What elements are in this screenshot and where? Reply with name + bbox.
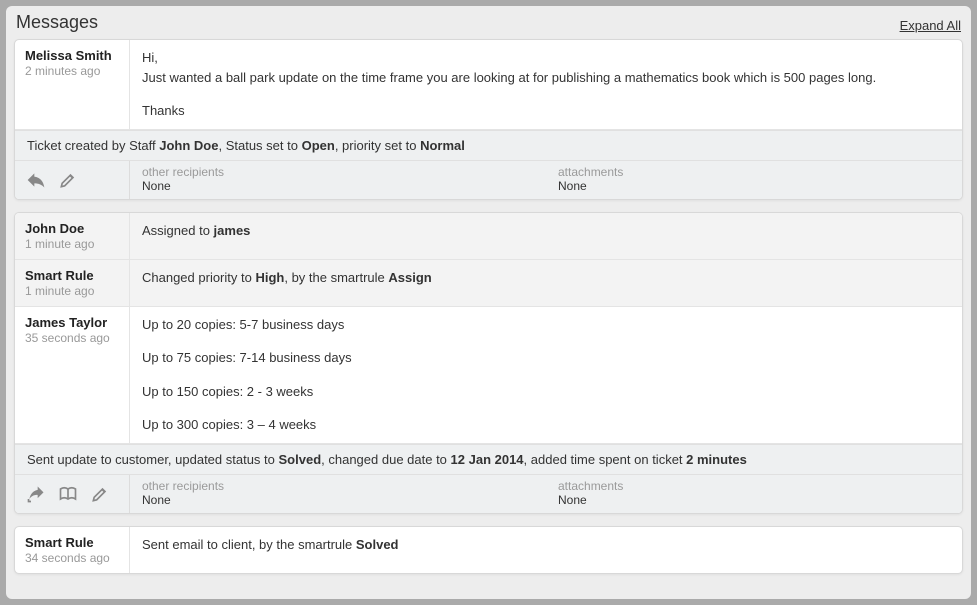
system-row: Smart Rule 34 seconds ago Sent email to … — [15, 527, 962, 573]
audit-text: , priority set to — [335, 138, 420, 153]
smartrule-name: Assign — [388, 270, 431, 285]
audit-staff: John Doe — [159, 138, 218, 153]
message-text: Up to 75 copies: 7-14 business days — [142, 348, 950, 368]
audit-strip: Ticket created by Staff John Doe, Status… — [15, 130, 962, 160]
system-text: Changed priority to — [142, 270, 255, 285]
message-meta: James Taylor 35 seconds ago — [15, 307, 130, 443]
attachments-value: None — [558, 179, 950, 193]
messages-panel: Messages Expand All Melissa Smith 2 minu… — [6, 6, 971, 599]
audit-text: , added time spent on ticket — [524, 452, 687, 467]
audit-status: Solved — [279, 452, 322, 467]
other-recipients-col: other recipients None — [130, 475, 546, 513]
message-body: Changed priority to High, by the smartru… — [130, 260, 962, 306]
message-footer: other recipients None attachments None — [15, 474, 962, 513]
message-meta: John Doe 1 minute ago — [15, 213, 130, 259]
attachments-label: attachments — [558, 165, 950, 179]
message-text: Hi, — [142, 50, 158, 65]
message-row: James Taylor 35 seconds ago Up to 20 cop… — [15, 307, 962, 444]
audit-time-spent: 2 minutes — [686, 452, 747, 467]
book-icon[interactable] — [57, 484, 79, 504]
other-recipients-label: other recipients — [142, 165, 534, 179]
footer-actions — [15, 475, 130, 513]
audit-strip: Sent update to customer, updated status … — [15, 444, 962, 474]
author-name: Smart Rule — [25, 535, 123, 550]
other-recipients-value: None — [142, 493, 534, 507]
priority-value: High — [255, 270, 284, 285]
panel-header: Messages Expand All — [14, 8, 963, 39]
message-time: 1 minute ago — [25, 237, 123, 251]
system-row: Smart Rule 1 minute ago Changed priority… — [15, 260, 962, 307]
other-recipients-label: other recipients — [142, 479, 534, 493]
message-body: Assigned to james — [130, 213, 962, 259]
message-card: John Doe 1 minute ago Assigned to james … — [14, 212, 963, 514]
message-footer: other recipients None attachments None — [15, 160, 962, 199]
system-text: Sent email to client, by the smartrule — [142, 537, 356, 552]
reply-icon[interactable] — [25, 170, 47, 190]
smartrule-name: Solved — [356, 537, 399, 552]
attachments-col: attachments None — [546, 475, 962, 513]
audit-text: Ticket created by Staff — [27, 138, 159, 153]
other-recipients-value: None — [142, 179, 534, 193]
message-body: Up to 20 copies: 5-7 business days Up to… — [130, 307, 962, 443]
system-row: John Doe 1 minute ago Assigned to james — [15, 213, 962, 260]
message-card: Smart Rule 34 seconds ago Sent email to … — [14, 526, 963, 574]
message-time: 35 seconds ago — [25, 331, 123, 345]
audit-text: , changed due date to — [321, 452, 450, 467]
message-meta: Smart Rule 34 seconds ago — [15, 527, 130, 573]
message-text: Up to 150 copies: 2 - 3 weeks — [142, 382, 950, 402]
assigned-to: james — [214, 223, 251, 238]
message-time: 2 minutes ago — [25, 64, 123, 78]
audit-text: , Status set to — [218, 138, 301, 153]
audit-text: Sent update to customer, updated status … — [27, 452, 279, 467]
message-meta: Smart Rule 1 minute ago — [15, 260, 130, 306]
attachments-value: None — [558, 493, 950, 507]
message-meta: Melissa Smith 2 minutes ago — [15, 40, 130, 129]
message-time: 34 seconds ago — [25, 551, 123, 565]
expand-all-link[interactable]: Expand All — [900, 18, 961, 33]
system-text: Assigned to — [142, 223, 214, 238]
author-name: Melissa Smith — [25, 48, 123, 63]
footer-columns: other recipients None attachments None — [130, 161, 962, 199]
system-text: , by the smartrule — [284, 270, 388, 285]
author-name: James Taylor — [25, 315, 123, 330]
message-body: Hi, Just wanted a ball park update on th… — [130, 40, 962, 129]
panel-title: Messages — [16, 12, 98, 33]
message-body: Sent email to client, by the smartrule S… — [130, 527, 962, 573]
message-text: Up to 300 copies: 3 – 4 weeks — [142, 415, 950, 435]
footer-columns: other recipients None attachments None — [130, 475, 962, 513]
attachments-label: attachments — [558, 479, 950, 493]
author-name: John Doe — [25, 221, 123, 236]
message-time: 1 minute ago — [25, 284, 123, 298]
message-text: Just wanted a ball park update on the ti… — [142, 70, 876, 85]
share-icon[interactable] — [25, 484, 47, 504]
audit-status: Open — [302, 138, 335, 153]
message-card: Melissa Smith 2 minutes ago Hi, Just wan… — [14, 39, 963, 200]
audit-date: 12 Jan 2014 — [451, 452, 524, 467]
message-text: Thanks — [142, 101, 950, 121]
attachments-col: attachments None — [546, 161, 962, 199]
pencil-icon[interactable] — [89, 484, 111, 504]
audit-priority: Normal — [420, 138, 465, 153]
author-name: Smart Rule — [25, 268, 123, 283]
pencil-icon[interactable] — [57, 170, 79, 190]
message-text: Up to 20 copies: 5-7 business days — [142, 315, 950, 335]
message-row: Melissa Smith 2 minutes ago Hi, Just wan… — [15, 40, 962, 130]
footer-actions — [15, 161, 130, 199]
other-recipients-col: other recipients None — [130, 161, 546, 199]
